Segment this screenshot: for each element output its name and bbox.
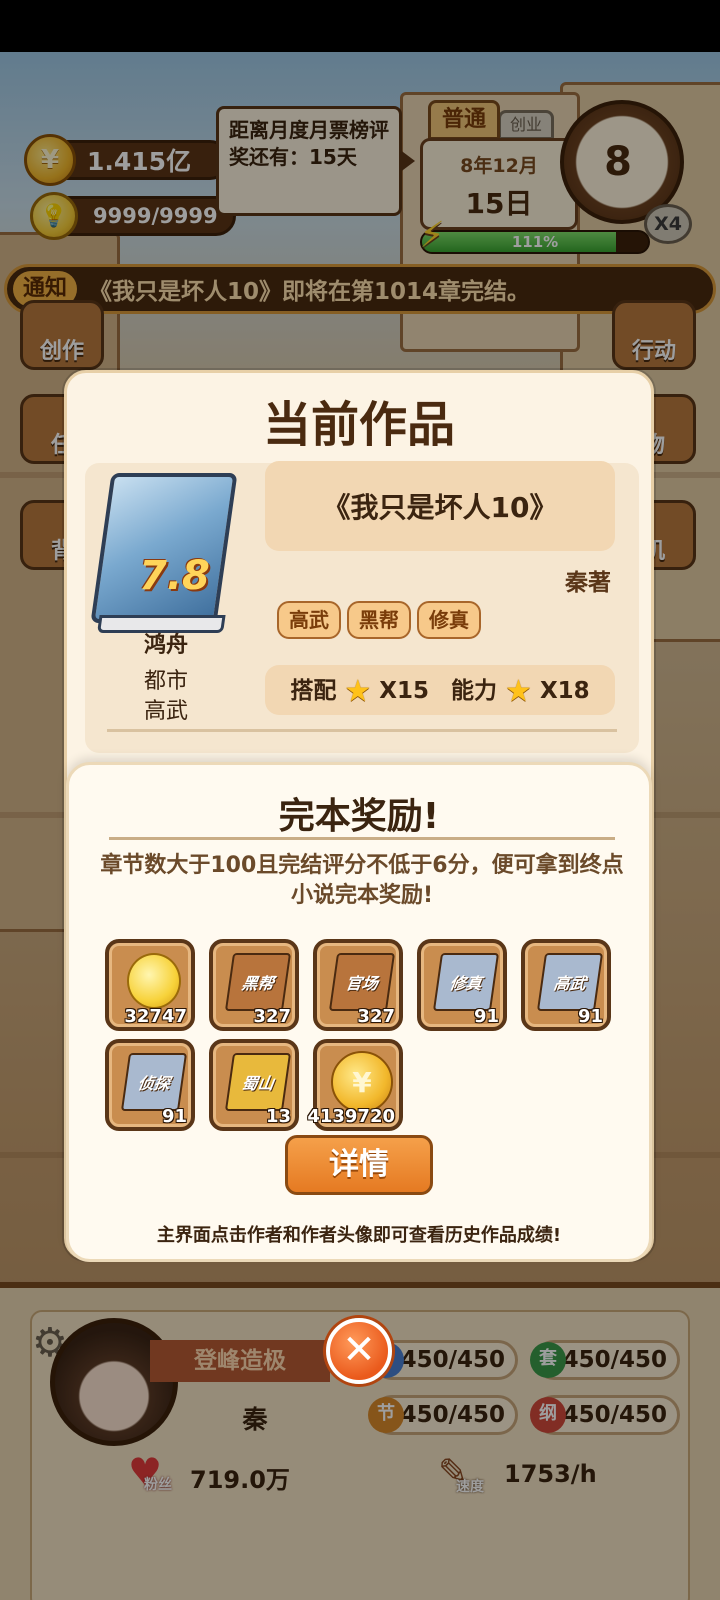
tag-chip: 黑帮 <box>347 601 411 639</box>
reward-item-count: 327 <box>357 1006 395 1027</box>
book-icon: 黑帮 <box>224 953 292 1011</box>
reward-item-count: 13 <box>265 1106 291 1127</box>
coin-icon: ¥ <box>331 1051 393 1113</box>
reward-item[interactable]: 32747 <box>105 939 195 1031</box>
book-icon: 修真 <box>432 953 500 1011</box>
match-stat: 搭配 ★ X15 <box>290 671 429 709</box>
match-label: 搭配 <box>290 678 337 704</box>
book-icon: 官场 <box>328 953 396 1011</box>
reward-item-count: 91 <box>577 1006 603 1027</box>
book-icon: 侦探 <box>120 1053 188 1111</box>
book-icon: 高武 <box>536 953 604 1011</box>
tag-chip: 修真 <box>417 601 481 639</box>
star-icon: ★ <box>505 674 532 709</box>
reward-item[interactable]: 蜀山 13 <box>209 1039 299 1131</box>
author-signature: 秦著 <box>565 570 611 596</box>
reward-item-count: 91 <box>161 1106 187 1127</box>
reward-item[interactable]: 修真 91 <box>417 939 507 1031</box>
reward-item[interactable]: 高武 91 <box>521 939 611 1031</box>
match-value: X15 <box>379 678 429 704</box>
divider <box>109 837 615 840</box>
reward-description: 章节数大于100且完结评分不低于6分，便可拿到终点小说完本奖励! <box>100 853 624 908</box>
lightbulb-icon <box>127 953 181 1009</box>
tag-list: 高武 黑帮 修真 <box>277 601 481 639</box>
divider <box>107 729 617 732</box>
reward-item[interactable]: ¥4139720 <box>307 1039 403 1131</box>
star-icon: ★ <box>344 674 372 709</box>
dialog-title: 当前作品 <box>262 397 455 453</box>
reward-item[interactable]: 黑帮 327 <box>209 939 299 1031</box>
tag-chip: 高武 <box>277 601 341 639</box>
reward-item[interactable]: 官场 327 <box>313 939 403 1031</box>
reward-item-count: 91 <box>473 1006 499 1027</box>
reward-item-count: 327 <box>253 1006 291 1027</box>
reward-item-count: 4139720 <box>307 1106 395 1127</box>
genre-main: 都市 <box>143 669 188 694</box>
ability-value: X18 <box>539 678 590 704</box>
reward-item-count: 32747 <box>124 1006 187 1027</box>
completion-reward-dialog: 完本奖励! 章节数大于100且完结评分不低于6分，便可拿到终点小说完本奖励! 3… <box>66 762 652 1262</box>
reward-hint: 主界面点击作者和作者头像即可查看历史作品成绩! <box>156 1225 562 1246</box>
book-title: 《我只是坏人10》 <box>265 461 615 551</box>
ability-stat: 能力 ★ X18 <box>451 671 590 709</box>
status-bar <box>0 0 720 52</box>
author-name: 鸿舟 <box>143 633 188 658</box>
genre-sub: 高武 <box>143 699 188 724</box>
book-icon: 蜀山 <box>224 1053 292 1111</box>
ability-label: 能力 <box>451 678 497 704</box>
match-ability-box: 搭配 ★ X15 能力 ★ X18 <box>265 665 615 715</box>
reward-title: 完本奖励! <box>278 796 440 837</box>
reward-item[interactable]: 侦探 91 <box>105 1039 195 1131</box>
book-cover-icon[interactable] <box>90 473 238 623</box>
book-score: 7.8 <box>139 553 210 599</box>
details-button[interactable]: 详情 <box>285 1135 433 1195</box>
close-button[interactable]: ✕ <box>326 1318 392 1384</box>
